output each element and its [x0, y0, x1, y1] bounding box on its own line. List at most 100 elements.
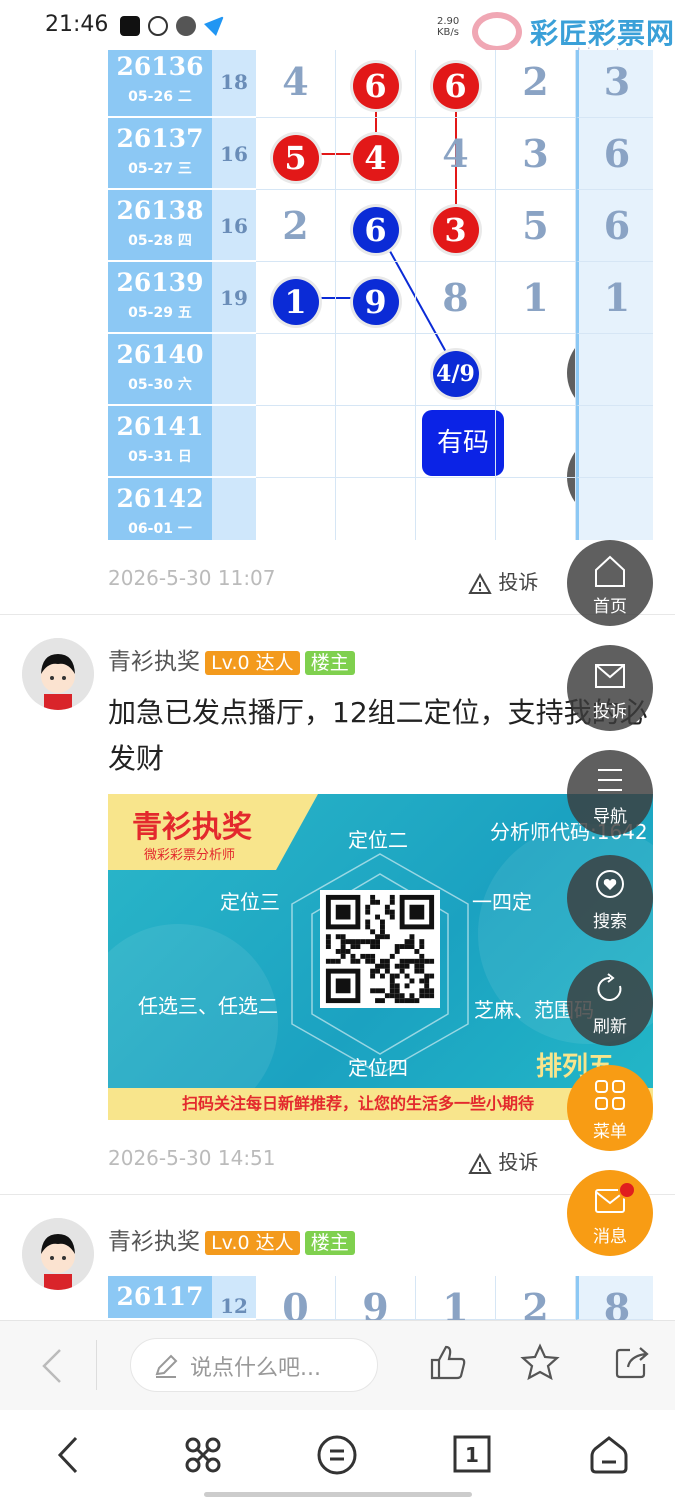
fab-envelope-button[interactable]: 消息 — [567, 1170, 653, 1256]
like-icon[interactable] — [428, 1342, 468, 1382]
poster-label: 定位四 — [348, 1056, 408, 1080]
digit-cell — [416, 478, 496, 540]
digit-cell: 8 — [576, 1276, 653, 1320]
issue-number: 26138 — [116, 196, 204, 225]
warning-icon — [468, 1152, 492, 1174]
digit-cell — [496, 478, 576, 540]
issue-date: 05-26 二 — [128, 89, 192, 105]
tabs-icon[interactable]: 1 — [452, 1434, 492, 1474]
issue-date: 05-27 三 — [128, 161, 192, 177]
digit-cell — [336, 406, 416, 478]
post-date: 2026-5-30 11:07 — [108, 566, 276, 590]
digit-cell: 6 — [576, 118, 653, 190]
issue-cell: 26141 05-31 日 — [108, 406, 212, 478]
share-icon[interactable] — [612, 1342, 652, 1382]
chart-row: 26136 05-26 二 18 4 6 6 2 3 — [108, 50, 653, 118]
issue-date: 05-31 日 — [128, 449, 192, 465]
digit-cell: 0 — [256, 1276, 336, 1320]
refresh-icon — [597, 973, 622, 1001]
svg-text:1: 1 — [465, 1443, 479, 1467]
fab-refresh-button[interactable]: 刷新 — [567, 960, 653, 1046]
digit-cell — [336, 334, 416, 406]
avatar[interactable] — [22, 1218, 94, 1290]
red-ball: 3 — [432, 206, 479, 253]
blue-ball: 9 — [352, 278, 399, 325]
digit-cell: 3 — [576, 50, 653, 118]
digit-cell: 6 — [336, 50, 416, 118]
blue-ball: 4/9 — [432, 350, 479, 397]
digit-cell — [256, 334, 336, 406]
username[interactable]: 青衫执奖 — [108, 649, 200, 675]
issue-cell: 26142 06-01 一 — [108, 478, 212, 540]
notification-dot — [618, 1181, 636, 1199]
issue-number: 26117 — [116, 1282, 204, 1311]
red-ball: 5 — [272, 134, 319, 181]
poster-label: 定位二 — [348, 828, 408, 852]
red-ball: 6 — [352, 62, 399, 109]
post-date: 2026-5-30 14:51 — [108, 1146, 276, 1170]
net-speed-value: 2.90 — [437, 16, 460, 27]
fab-mail-button[interactable]: 投诉 — [567, 645, 653, 731]
heart-chat-icon — [596, 870, 624, 898]
issue-number: 26142 — [116, 484, 204, 513]
digit-cell: 4 — [336, 118, 416, 190]
home-icon[interactable] — [588, 1434, 630, 1476]
level-badge: Lv.0 达人 — [205, 1231, 300, 1255]
avatar[interactable] — [22, 638, 94, 710]
digit-cell: 1 — [256, 262, 336, 334]
digit-cell: 4 — [256, 50, 336, 118]
username[interactable]: 青衫执奖 — [108, 1229, 200, 1255]
post-author-line: 青衫执奖 Lv.0 达人 楼主 — [108, 642, 355, 676]
command-icon[interactable] — [182, 1434, 224, 1476]
red-ball: 6 — [432, 62, 479, 109]
issue-date: 05-30 六 — [128, 377, 192, 393]
red-ball: 4 — [352, 134, 399, 181]
menu-circle-icon[interactable] — [316, 1434, 358, 1476]
mail-icon — [595, 664, 625, 688]
chart-row: 26140 05-30 六 4/9 — [108, 334, 653, 406]
level-badge: Lv.0 达人 — [205, 651, 300, 675]
report-button[interactable]: 投诉 — [468, 566, 538, 595]
issue-cell: 26117 — [108, 1276, 212, 1320]
back-chevron-icon[interactable] — [38, 1346, 66, 1386]
poster-image[interactable]: 青衫执奖 微彩彩票分析师 分析师代码:1642 定位二 定位三 一四定 任选三、… — [108, 794, 653, 1120]
fab-menu-button[interactable]: 导航 — [567, 750, 653, 836]
fab-label: 导航 — [593, 807, 627, 827]
avatar-image — [22, 638, 94, 710]
issue-cell: 26140 05-30 六 — [108, 334, 212, 406]
digit-cell: 6 — [416, 50, 496, 118]
owner-badge: 楼主 — [304, 651, 355, 675]
poster-label: 一四定 — [472, 890, 532, 914]
digit-cell: 9 — [336, 1276, 416, 1320]
nav-back-icon[interactable] — [52, 1434, 82, 1476]
app-status-icon — [148, 16, 168, 36]
chart-row: 26138 05-28 四 16 2 6 3 5 6 — [108, 190, 653, 262]
fab-grid-button[interactable]: 菜单 — [567, 1065, 653, 1151]
sum-cell: 18 — [212, 50, 256, 118]
digit-cell: 4 — [416, 118, 496, 190]
blue-ball: 1 — [272, 278, 319, 325]
digit-cell: 6 — [336, 190, 416, 262]
report-button[interactable]: 投诉 — [468, 1146, 538, 1175]
chart-row: 26141 05-31 日 — [108, 406, 653, 478]
issue-date: 05-28 四 — [128, 233, 192, 249]
digit-cell: 4/9 — [416, 334, 496, 406]
fab-label: 菜单 — [593, 1122, 627, 1142]
fab-label: 投诉 — [593, 702, 627, 722]
fab-heart-chat-button[interactable]: 搜索 — [567, 855, 653, 941]
menu-icon — [598, 769, 622, 791]
poster-label: 任选三、任选二 — [138, 994, 278, 1018]
digit-cell — [496, 334, 576, 406]
digit-cell: 8 — [416, 262, 496, 334]
poster-label: 定位三 — [220, 890, 280, 914]
fab-label: 消息 — [593, 1227, 627, 1247]
status-time: 21:46 — [45, 12, 109, 37]
digit-cell: 5 — [496, 190, 576, 262]
divider — [96, 1340, 97, 1390]
trend-chart: 26136 05-26 二 18 4 6 6 2 3 26137 05-27 三 16 5 4 4 3 6 26… — [108, 50, 653, 540]
sum-cell: 16 — [212, 190, 256, 262]
favorite-star-icon[interactable] — [520, 1342, 560, 1382]
chart-row: 26142 06-01 一 — [108, 478, 653, 540]
digit-cell — [256, 406, 336, 478]
fab-home-button[interactable]: 首页 — [567, 540, 653, 626]
